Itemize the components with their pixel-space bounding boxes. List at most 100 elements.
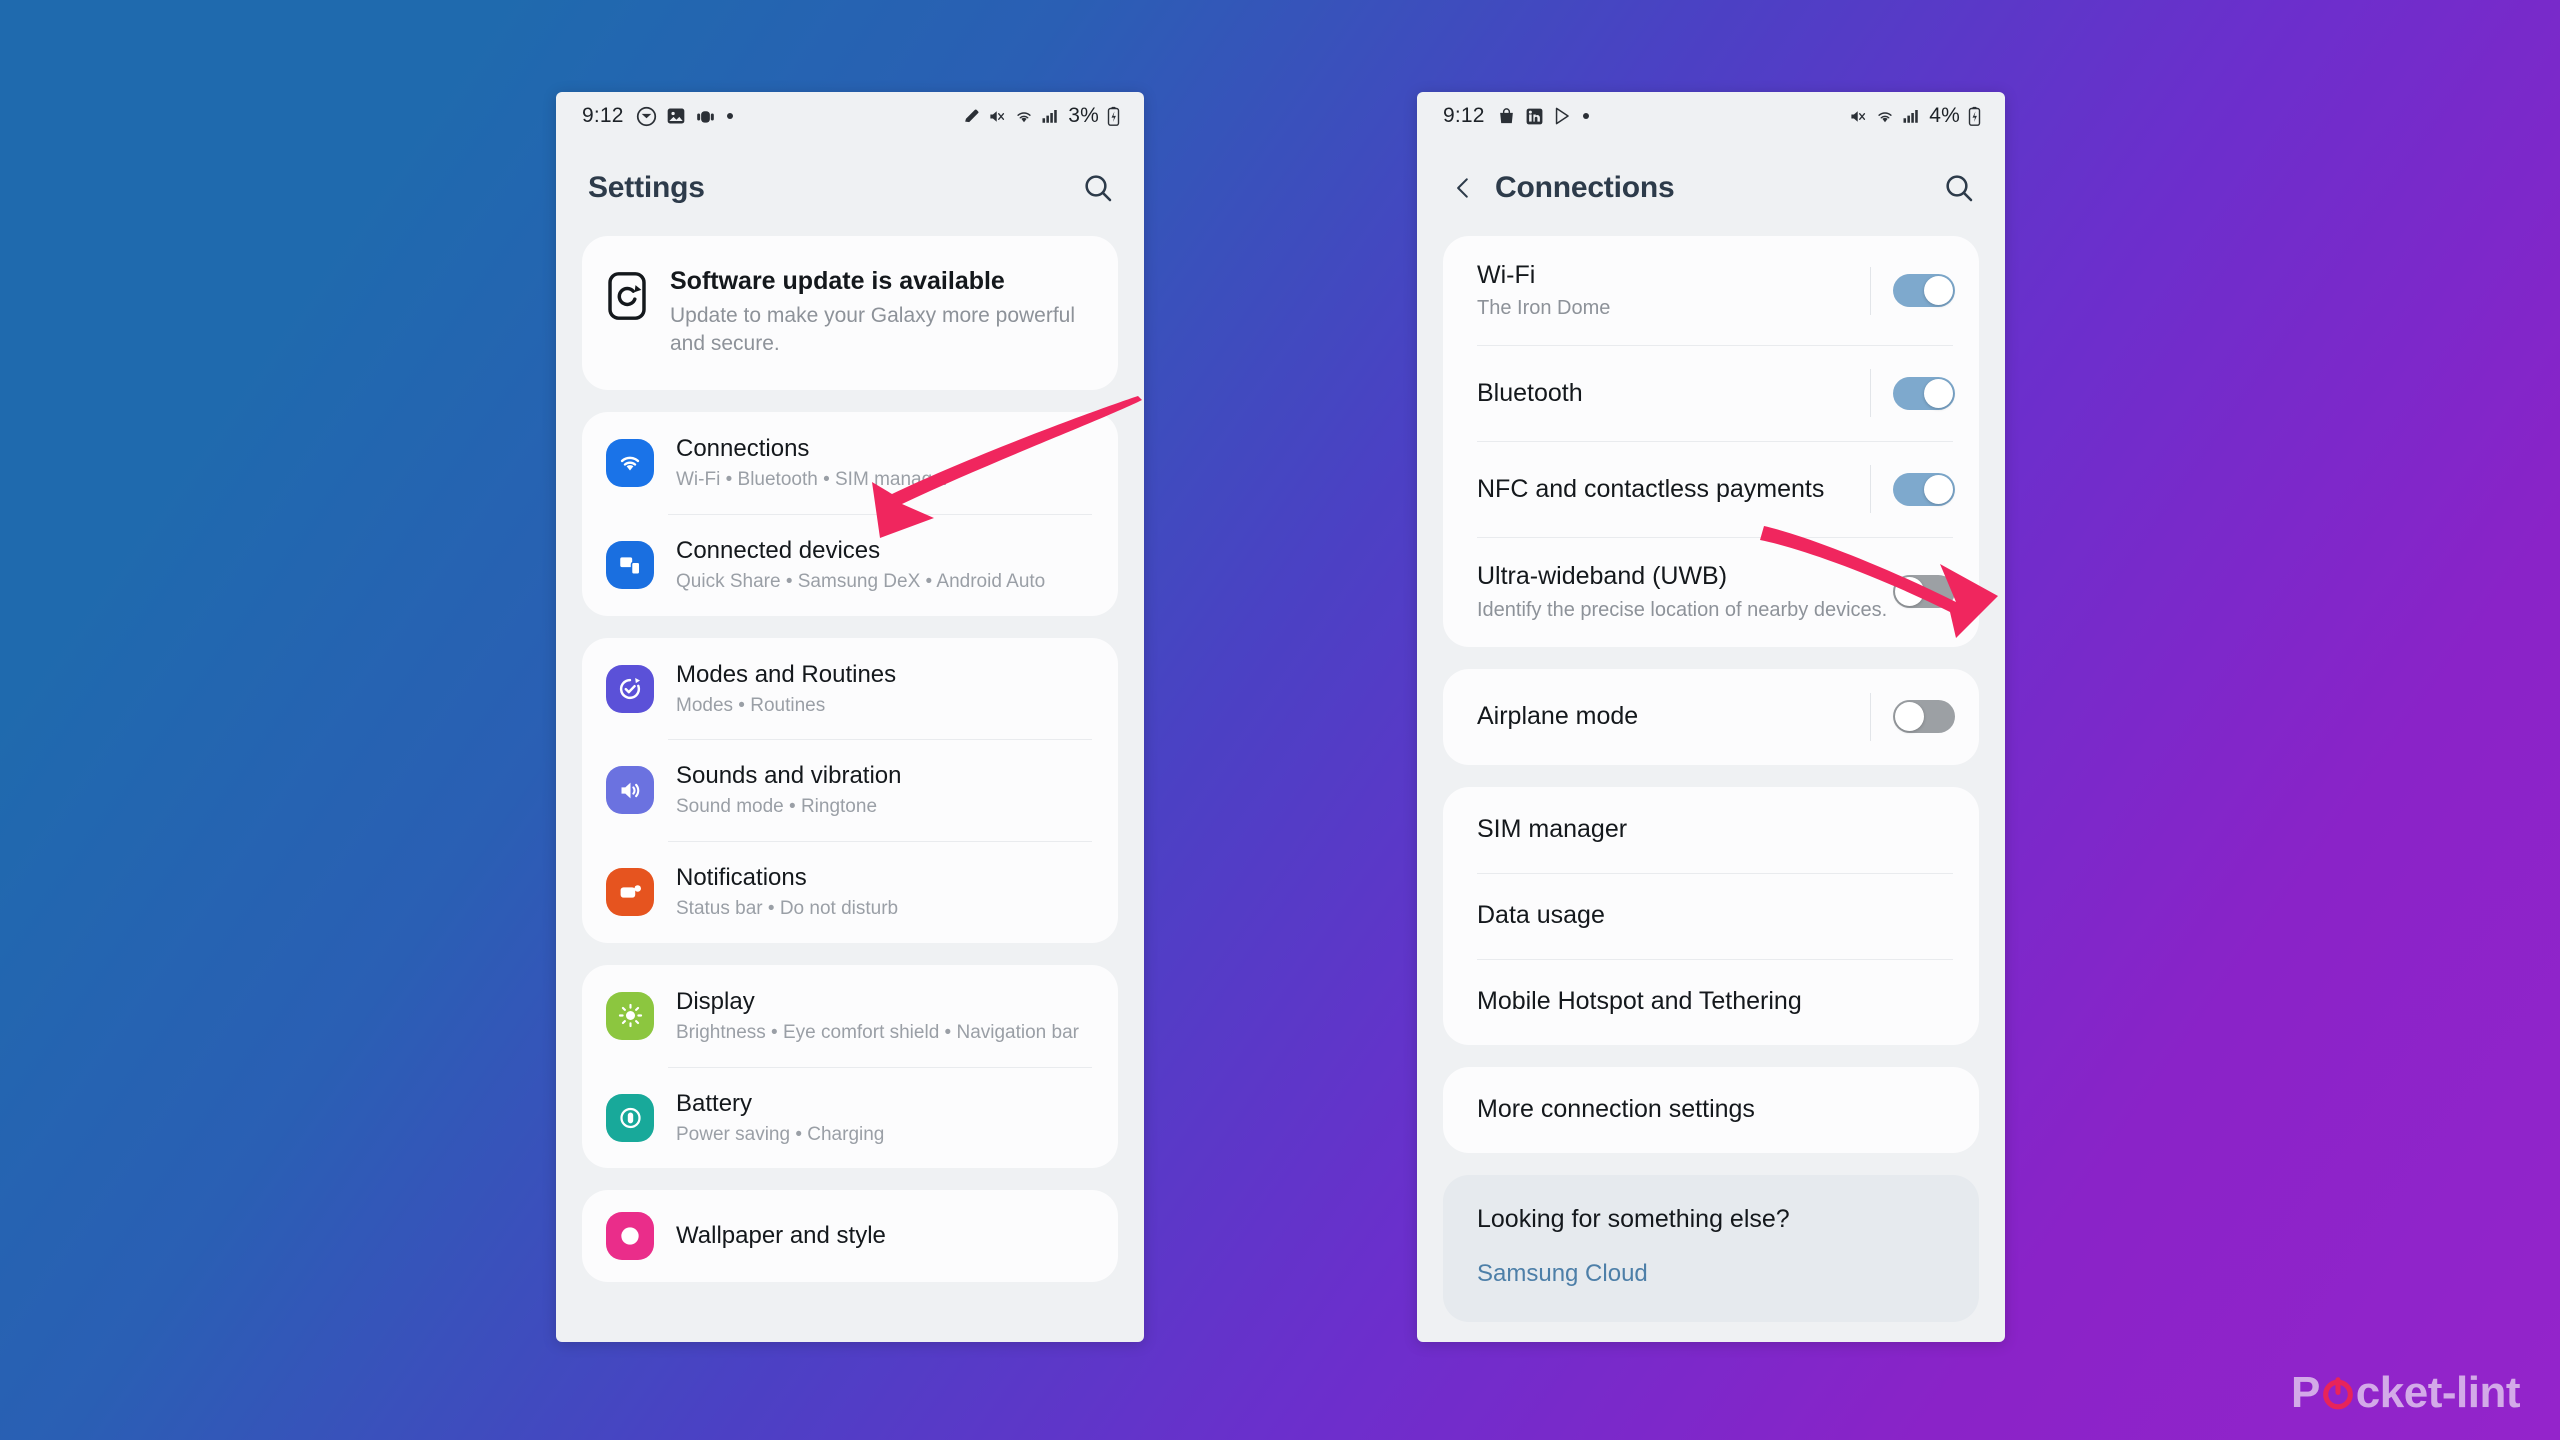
watermark-text-after: cket-lint	[2355, 1368, 2521, 1417]
settings-group-device: Display Brightness • Eye comfort shield …	[582, 964, 1118, 1169]
more-dot-icon	[1582, 113, 1589, 119]
search-icon[interactable]	[1943, 172, 1975, 204]
row-subtitle: Wi-Fi • Bluetooth • SIM manager	[676, 469, 950, 491]
row-title: Bluetooth	[1477, 378, 1583, 407]
row-title: Connected devices	[676, 536, 881, 564]
radios-group: Wi-Fi The Iron Dome Bluetooth NFC and co…	[1443, 236, 1979, 647]
footer-question: Looking for something else?	[1477, 1204, 1790, 1233]
network-group: SIM manager Data usage Mobile Hotspot an…	[1443, 786, 1979, 1045]
more-dot-icon	[726, 113, 733, 119]
settings-row-sounds-and-vibration[interactable]: Sounds and vibration Sound mode • Ringto…	[582, 739, 1118, 841]
wallpaper-icon	[606, 1212, 654, 1261]
status-bar-right: 4%	[1849, 104, 1981, 128]
wifi-icon	[1875, 107, 1895, 126]
pencil-icon	[962, 107, 981, 126]
settings-row-battery[interactable]: Battery Power saving • Charging	[582, 1066, 1118, 1169]
connections-row-mobile-hotspot[interactable]: Mobile Hotspot and Tethering	[1443, 958, 1979, 1045]
settings-list: Software update is available Update to m…	[556, 236, 1144, 1283]
row-title: Data usage	[1477, 901, 1605, 929]
watermark-text-before: P	[2290, 1368, 2320, 1417]
settings-row-connections[interactable]: Connections Wi-Fi • Bluetooth • SIM mana…	[582, 412, 1118, 514]
connections-list: Wi-Fi The Iron Dome Bluetooth NFC and co…	[1417, 236, 2005, 1322]
connections-row-sim-manager[interactable]: SIM manager	[1443, 787, 1979, 873]
connections-row-uwb[interactable]: Ultra-wideband (UWB) Identify the precis…	[1443, 537, 1979, 646]
uwb-toggle[interactable]	[1893, 575, 1955, 609]
bluetooth-toggle[interactable]	[1893, 376, 1955, 410]
battery-charging-icon	[1968, 106, 1981, 126]
modes-routines-icon	[606, 664, 654, 713]
toggle-divider	[1870, 465, 1871, 514]
connections-row-wifi[interactable]: Wi-Fi The Iron Dome	[1443, 236, 1979, 345]
watermark-pocket-lint: P cket-lint	[2290, 1368, 2521, 1418]
settings-row-modes-and-routines[interactable]: Modes and Routines Modes • Routines	[582, 638, 1118, 740]
wifi-icon	[1014, 107, 1034, 126]
battery-percent: 3%	[1068, 104, 1099, 127]
connections-row-data-usage[interactable]: Data usage	[1443, 872, 1979, 959]
search-icon[interactable]	[1082, 172, 1114, 204]
mail-circle-icon	[636, 106, 657, 127]
status-bar-clock: 9:12	[582, 104, 624, 127]
settings-row-wallpaper-and-style[interactable]: Wallpaper and style	[582, 1190, 1118, 1282]
row-subtitle: Power saving • Charging	[676, 1123, 885, 1145]
battery-icon	[606, 1093, 654, 1142]
status-bar-left: 9:12	[1443, 104, 1589, 128]
settings-group-wallpaper: Wallpaper and style	[582, 1190, 1118, 1283]
connections-row-airplane-mode[interactable]: Airplane mode	[1443, 669, 1979, 765]
sound-icon	[606, 766, 654, 815]
row-subtitle: Sound mode • Ringtone	[676, 796, 878, 818]
power-icon	[2320, 1371, 2356, 1410]
nfc-toggle[interactable]	[1893, 472, 1955, 506]
mute-icon	[1849, 107, 1868, 126]
samsung-cloud-link[interactable]: Samsung Cloud	[1477, 1260, 1945, 1288]
more-settings-group: More connection settings	[1443, 1066, 1979, 1153]
mute-icon	[988, 107, 1007, 126]
row-subtitle: Status bar • Do not disturb	[676, 898, 899, 920]
toggle-divider	[1870, 266, 1871, 315]
settings-row-connected-devices[interactable]: Connected devices Quick Share • Samsung …	[582, 513, 1118, 616]
linkedin-icon	[1525, 107, 1544, 126]
row-subtitle: Identify the precise location of nearby …	[1477, 598, 1888, 621]
looking-for-something-else-card: Looking for something else? Samsung Clou…	[1443, 1174, 1979, 1322]
software-update-card[interactable]: Software update is available Update to m…	[582, 236, 1118, 391]
row-title: Sounds and vibration	[676, 762, 902, 790]
shopping-bag-icon	[1497, 106, 1516, 126]
settings-group-personalization: Modes and Routines Modes • Routines Soun…	[582, 637, 1118, 943]
page-header: Settings	[556, 140, 1144, 236]
display-icon	[606, 991, 654, 1040]
signal-icon	[1902, 107, 1920, 125]
update-title: Software update is available	[670, 267, 1005, 295]
settings-row-display[interactable]: Display Brightness • Eye comfort shield …	[582, 965, 1118, 1067]
page-title: Connections	[1495, 171, 1675, 204]
row-title: Connections	[676, 435, 810, 463]
row-title: Notifications	[676, 864, 807, 892]
battery-charging-icon	[1107, 106, 1120, 126]
row-title: More connection settings	[1477, 1095, 1755, 1123]
status-bar-left: 9:12	[582, 104, 733, 128]
android-icon	[695, 106, 716, 127]
row-subtitle: The Iron Dome	[1477, 297, 1611, 320]
phone-settings-screen: 9:12 3% Settings Software update is avai…	[556, 92, 1144, 1342]
notifications-icon	[606, 868, 654, 917]
page-header: Connections	[1417, 140, 2005, 236]
row-subtitle: Quick Share • Samsung DeX • Android Auto	[676, 570, 1046, 592]
status-bar-right: 3%	[962, 104, 1120, 128]
row-title: NFC and contactless payments	[1477, 474, 1825, 503]
toggle-divider	[1870, 692, 1871, 741]
airplane-group: Airplane mode	[1443, 668, 1979, 765]
software-update-icon	[606, 270, 648, 322]
chevron-left-icon[interactable]	[1449, 174, 1477, 202]
connections-row-more-connection-settings[interactable]: More connection settings	[1443, 1067, 1979, 1153]
connections-row-nfc[interactable]: NFC and contactless payments	[1443, 441, 1979, 537]
toggle-divider	[1870, 369, 1871, 418]
page-title: Settings	[588, 171, 705, 204]
wifi-toggle[interactable]	[1893, 274, 1955, 308]
airplane-mode-toggle[interactable]	[1893, 700, 1955, 733]
row-title: Airplane mode	[1477, 701, 1639, 730]
row-title: Wi-Fi	[1477, 261, 1536, 289]
row-title: SIM manager	[1477, 815, 1628, 843]
status-bar: 9:12 4%	[1417, 92, 2005, 140]
connections-row-bluetooth[interactable]: Bluetooth	[1443, 345, 1979, 441]
row-title: Ultra-wideband (UWB)	[1477, 562, 1728, 591]
connected-devices-icon	[606, 540, 654, 589]
settings-row-notifications[interactable]: Notifications Status bar • Do not distur…	[582, 841, 1118, 943]
